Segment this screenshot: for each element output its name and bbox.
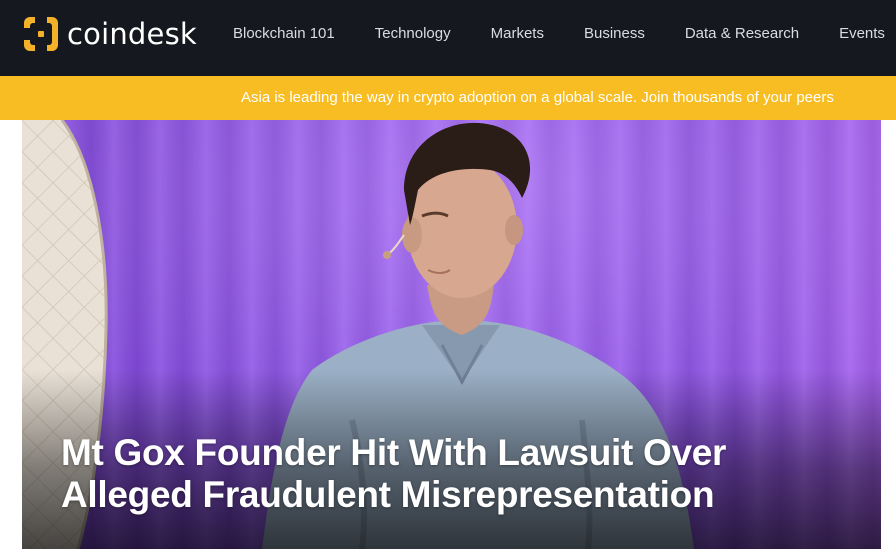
hero-article[interactable]: Mt Gox Founder Hit With Lawsuit Over All…	[22, 120, 881, 549]
main-nav: Blockchain 101 Technology Markets Busine…	[233, 22, 896, 46]
top-navigation-bar: coindesk Blockchain 101 Technology Marke…	[0, 0, 896, 76]
nav-item-events[interactable]: Events	[839, 22, 885, 46]
nav-item-business[interactable]: Business	[584, 22, 645, 46]
logo-wordmark: coindesk	[67, 17, 197, 51]
coindesk-logo[interactable]: coindesk	[24, 16, 197, 52]
nav-item-blockchain-101[interactable]: Blockchain 101	[233, 22, 335, 46]
promo-banner-text: Asia is leading the way in crypto adopti…	[241, 89, 834, 106]
coindesk-logo-icon	[24, 17, 58, 51]
article-headline[interactable]: Mt Gox Founder Hit With Lawsuit Over All…	[61, 432, 861, 516]
nav-item-technology[interactable]: Technology	[375, 22, 451, 46]
nav-item-markets[interactable]: Markets	[491, 22, 544, 46]
nav-item-data-research[interactable]: Data & Research	[685, 22, 799, 46]
promo-banner[interactable]: Asia is leading the way in crypto adopti…	[0, 76, 896, 120]
